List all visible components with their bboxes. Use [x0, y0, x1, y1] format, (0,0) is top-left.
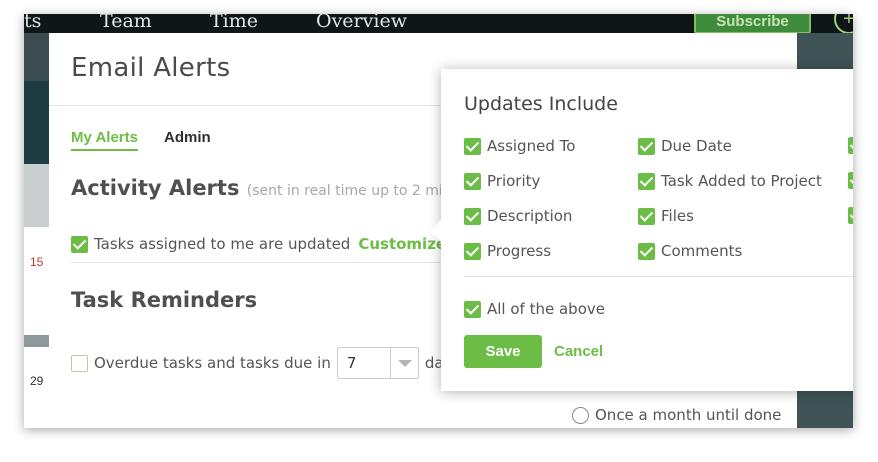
chevron-down-icon[interactable]	[397, 360, 412, 367]
nav-item-team[interactable]: Team	[100, 14, 152, 32]
select-divider	[389, 348, 391, 378]
tasks-updated-checkbox[interactable]	[71, 235, 88, 253]
option-checkbox[interactable]	[464, 300, 481, 318]
activity-alerts-title: Activity Alerts	[71, 176, 240, 200]
option-progress[interactable]: Progress	[464, 242, 551, 260]
divider	[464, 276, 853, 277]
option-checkbox[interactable]	[638, 242, 655, 260]
option-label: Task Added to Project	[661, 172, 822, 190]
monthly-option-row: Once a month until done	[572, 406, 781, 424]
option-checkbox[interactable]	[638, 207, 655, 225]
option-checkbox[interactable]	[464, 172, 481, 190]
option-comments[interactable]: Comments	[638, 242, 742, 260]
tab-my-alerts[interactable]: My Alerts	[71, 129, 138, 151]
add-circle-icon[interactable]: +	[834, 14, 853, 34]
background-band	[24, 81, 49, 164]
option-label: Priority	[487, 172, 541, 190]
save-button[interactable]: Save	[464, 335, 542, 368]
option-label: Description	[487, 207, 573, 225]
nav-item-overview[interactable]: Overview	[316, 14, 407, 32]
option-task-added-to-project[interactable]: Task Added to Project	[638, 172, 822, 190]
monthly-radio[interactable]	[572, 406, 589, 424]
option-checkbox[interactable]	[848, 137, 853, 154]
background-band	[24, 227, 49, 335]
option-checkbox[interactable]	[638, 137, 655, 155]
option-due-date[interactable]: Due Date	[638, 137, 732, 155]
monthly-option-label: Once a month until done	[595, 406, 782, 424]
option-checkbox[interactable]	[848, 172, 853, 189]
background-left-panel: 15 29	[24, 33, 49, 428]
option-priority[interactable]: Priority	[464, 172, 540, 190]
divider	[71, 262, 446, 263]
option-label: Progress	[487, 242, 552, 260]
tab-admin[interactable]: Admin	[164, 129, 211, 146]
activity-alerts-note: (sent in real time up to 2 mins)	[246, 183, 465, 199]
option-description[interactable]: Description	[464, 207, 572, 225]
popover-title: Updates Include	[464, 93, 618, 115]
nav-item-time[interactable]: Time	[210, 14, 258, 32]
days-select[interactable]: 7	[336, 347, 419, 379]
cancel-button[interactable]: Cancel	[554, 343, 603, 360]
task-reminders-title: Task Reminders	[71, 288, 258, 312]
option-checkbox-clipped[interactable]	[848, 137, 853, 154]
nav-item-tasks[interactable]: ts	[24, 14, 41, 32]
option-checkbox[interactable]	[464, 242, 481, 260]
option-checkbox[interactable]	[464, 137, 481, 155]
tasks-updated-label: Tasks assigned to me are updated	[94, 235, 351, 253]
subscribe-button[interactable]: Subscribe	[694, 14, 811, 34]
dialog-title: Email Alerts	[71, 53, 231, 83]
screenshot-stage: ts Team Time Overview Subscribe + 15 29 …	[0, 0, 878, 462]
option-checkbox[interactable]	[464, 207, 481, 225]
overdue-label: Overdue tasks and tasks due in	[94, 354, 331, 372]
option-all-of-the-above[interactable]: All of the above	[464, 300, 605, 318]
option-checkbox[interactable]	[638, 172, 655, 190]
background-band	[24, 164, 49, 227]
overdue-checkbox[interactable]	[71, 354, 88, 372]
option-files[interactable]: Files	[638, 207, 694, 225]
option-label: Assigned To	[487, 137, 576, 155]
updates-include-popover: Updates Include Assigned To Due Date Pri…	[430, 69, 853, 391]
option-label: All of the above	[487, 300, 605, 318]
option-label: Comments	[661, 242, 743, 260]
background-row-number: 29	[30, 374, 44, 388]
option-checkbox-clipped[interactable]	[848, 172, 853, 189]
option-checkbox[interactable]	[848, 207, 853, 224]
app-window: ts Team Time Overview Subscribe + 15 29 …	[24, 14, 853, 428]
tasks-updated-row: Tasks assigned to me are updated Customi…	[71, 235, 446, 253]
activity-alerts-heading: Activity Alerts (sent in real time up to…	[71, 176, 464, 200]
option-checkbox-clipped[interactable]	[848, 207, 853, 224]
popover-arrow	[430, 219, 442, 243]
option-assigned-to[interactable]: Assigned To	[464, 137, 575, 155]
overdue-row: Overdue tasks and tasks due in 7 days	[71, 347, 460, 379]
days-value: 7	[346, 354, 357, 372]
background-row-number: 15	[30, 255, 44, 269]
top-navigation: ts Team Time Overview Subscribe +	[24, 14, 853, 34]
option-label: Due Date	[661, 137, 732, 155]
background-band	[24, 335, 49, 347]
option-label: Files	[661, 207, 694, 225]
